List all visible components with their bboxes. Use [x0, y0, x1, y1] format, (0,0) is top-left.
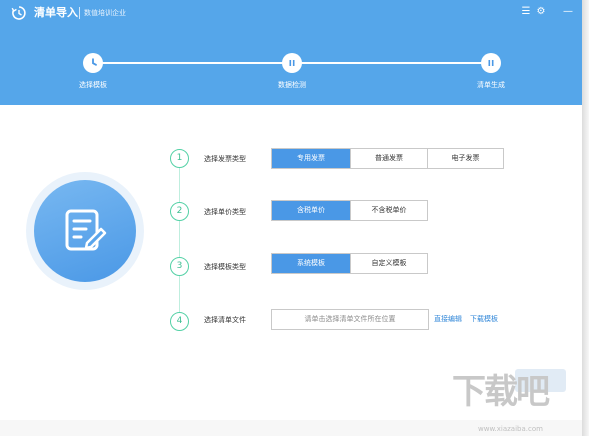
file-select-label: 选择清单文件	[204, 316, 246, 324]
watermark-url: www.xiazaiba.com	[478, 425, 543, 433]
watermark-logo: 下载吧	[452, 372, 550, 412]
step-2-node	[282, 53, 302, 73]
step-1-label: 选择模板	[79, 81, 107, 89]
window-shadow	[582, 0, 589, 436]
company-name: 数值培训企业	[84, 9, 126, 17]
title-separator	[79, 7, 80, 19]
special-invoice-button[interactable]: 专用发票	[272, 149, 350, 168]
minimize-icon[interactable]: —	[561, 5, 575, 19]
system-template-button[interactable]: 系统模板	[272, 254, 350, 273]
app-title: 清单导入	[34, 6, 78, 19]
template-type-label: 选择模板类型	[204, 263, 246, 271]
import-window: 清单导入 数值培训企业 ☰ ⚙ — 选择模板 数据检测 清单生成 1 选择发票类…	[0, 0, 582, 436]
electronic-invoice-button[interactable]: 电子发票	[427, 149, 503, 168]
title-bar: 清单导入 数值培训企业 ☰ ⚙ —	[0, 0, 582, 26]
menu-icon[interactable]: ☰	[519, 5, 533, 19]
step-connector	[179, 167, 180, 202]
step-2-label: 数据检测	[278, 81, 306, 89]
step-1-node	[83, 53, 103, 73]
step-number-3: 3	[170, 257, 189, 276]
tax-inclusive-price-button[interactable]: 含税单价	[272, 201, 350, 220]
custom-template-button[interactable]: 自定义模板	[350, 254, 427, 273]
step-connector	[179, 220, 180, 257]
step-3-node	[481, 53, 501, 73]
ordinary-invoice-button[interactable]: 普通发票	[350, 149, 427, 168]
tax-exclusive-price-button[interactable]: 不含税单价	[350, 201, 427, 220]
download-template-link[interactable]: 下载模板	[470, 314, 498, 324]
document-edit-icon	[34, 180, 136, 282]
direct-edit-link[interactable]: 直接编辑	[434, 314, 462, 324]
settings-icon[interactable]: ⚙	[534, 5, 548, 19]
pause-icon	[488, 60, 494, 66]
step-number-4: 4	[170, 312, 189, 331]
clock-icon	[92, 58, 97, 66]
app-logo-icon	[11, 6, 26, 20]
step-connector	[179, 275, 180, 312]
price-type-group: 含税单价 不含税单价	[271, 200, 428, 221]
header: 清单导入 数值培训企业 ☰ ⚙ — 选择模板 数据检测 清单生成	[0, 0, 582, 105]
price-type-label: 选择单价类型	[204, 208, 246, 216]
step-number-2: 2	[170, 202, 189, 221]
invoice-type-label: 选择发票类型	[204, 155, 246, 163]
step-number-1: 1	[170, 149, 189, 168]
invoice-type-group: 专用发票 普通发票 电子发票	[271, 148, 504, 169]
template-type-group: 系统模板 自定义模板	[271, 253, 428, 274]
file-select-input[interactable]: 请单击选择清单文件所在位置	[271, 309, 429, 330]
pause-icon	[289, 60, 295, 66]
step-3-label: 清单生成	[477, 81, 505, 89]
